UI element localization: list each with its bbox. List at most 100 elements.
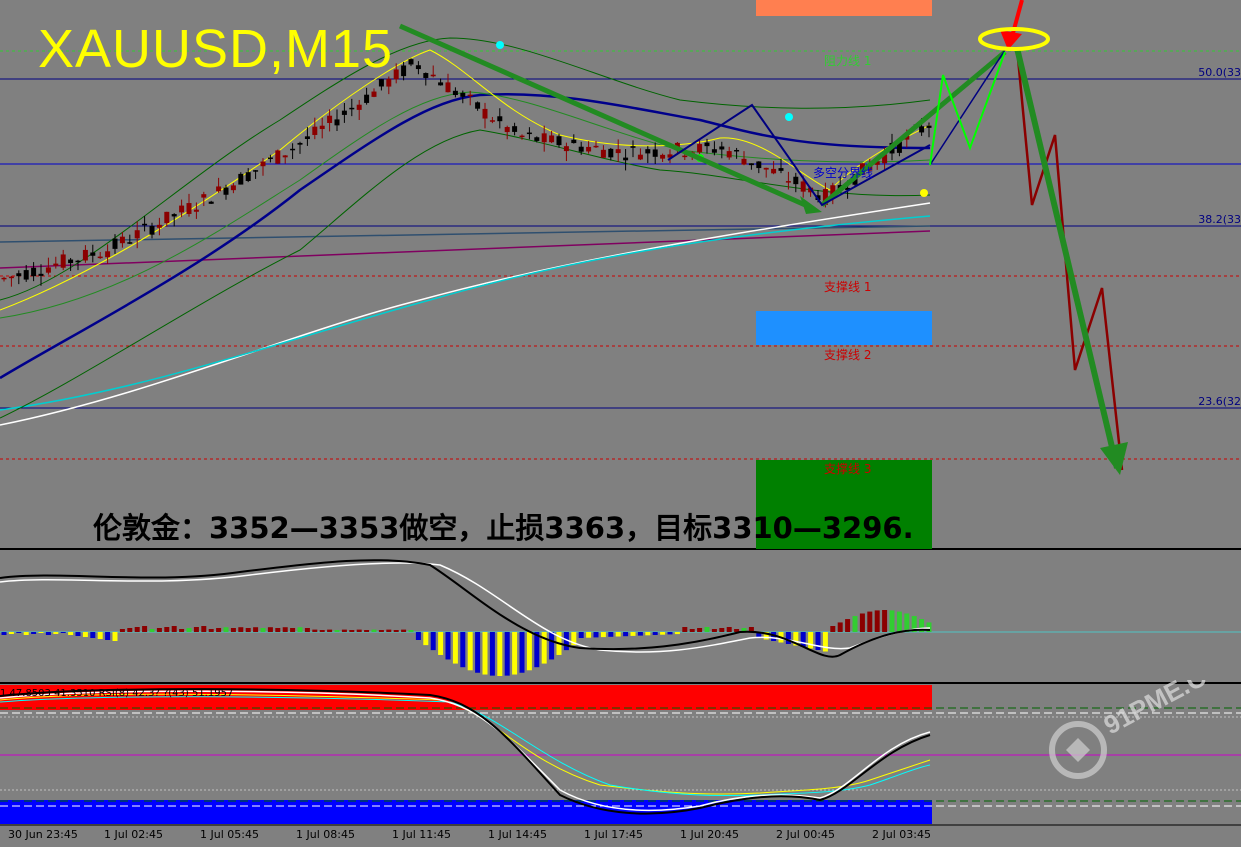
macd-bar: [193, 627, 199, 632]
candle-body: [82, 249, 88, 261]
macd-bar: [38, 632, 44, 633]
candle-body: [8, 276, 14, 279]
macd-bar: [689, 629, 695, 632]
candle-body: [704, 142, 710, 147]
candle-body: [600, 149, 606, 158]
x-tick-label: 1 Jul 11:45: [392, 828, 451, 841]
candle-body: [149, 226, 155, 235]
candle-body: [378, 79, 384, 87]
macd-bar: [75, 632, 81, 636]
candle-body: [460, 92, 466, 97]
candle-body: [734, 149, 740, 152]
macd-bar: [682, 627, 688, 632]
macd-bar: [904, 613, 910, 632]
macd-bar: [430, 632, 436, 651]
candle-body: [119, 236, 125, 244]
macd-bar: [105, 632, 111, 640]
macd-bar: [16, 632, 22, 633]
candle-body: [467, 94, 473, 97]
candle-body: [327, 115, 333, 123]
macd-bar: [593, 632, 599, 638]
macd-bar: [319, 630, 325, 632]
signal-dot-yellow: [920, 189, 928, 197]
macd-bar: [423, 632, 429, 646]
macd-bar: [652, 632, 658, 635]
candle-body: [615, 149, 621, 154]
candle-body: [401, 65, 407, 77]
candle-body: [793, 176, 799, 185]
macd-bar: [578, 632, 584, 638]
macd-bar: [349, 630, 355, 632]
macd-bar: [134, 627, 140, 632]
macd-bar: [253, 627, 259, 632]
macd-bar: [327, 629, 333, 632]
macd-bar: [8, 632, 14, 634]
candle-body: [112, 238, 118, 249]
candle-body: [430, 74, 436, 77]
candle-body: [630, 146, 636, 148]
macd-bar: [623, 632, 629, 637]
macd-bar: [97, 632, 103, 639]
x-tick-label: 1 Jul 02:45: [104, 828, 163, 841]
candle-body: [541, 133, 547, 143]
candle-body: [719, 146, 725, 150]
macd-bar: [697, 628, 703, 632]
candle-body: [171, 214, 177, 217]
candle-body: [660, 154, 666, 159]
macd-bar: [586, 632, 592, 638]
macd-bar: [112, 632, 118, 641]
macd-bar: [475, 632, 481, 673]
macd-bar: [800, 632, 806, 647]
candle-body: [771, 168, 777, 174]
x-tick-label: 1 Jul 05:45: [200, 828, 259, 841]
candle-body: [208, 201, 214, 204]
candle-body: [741, 158, 747, 165]
candle-body: [68, 259, 74, 264]
macd-bar: [127, 628, 133, 632]
macd-bar: [53, 632, 59, 634]
x-tick-label: 1 Jul 20:45: [680, 828, 739, 841]
macd-bar: [23, 632, 29, 635]
forecast-arrow-green-down: [398, 23, 814, 211]
support-label-1: 支撑线 1: [824, 280, 872, 294]
rsi-line-cyan: [0, 696, 931, 797]
macd-bar: [867, 611, 873, 632]
rsi-oversold-zone: [0, 800, 932, 824]
macd-bar: [526, 632, 532, 671]
candle-body: [127, 242, 133, 244]
candle-body: [16, 273, 22, 277]
x-tick-label: 1 Jul 08:45: [296, 828, 355, 841]
macd-bar: [504, 632, 510, 676]
candle-body: [193, 209, 199, 212]
macd-bar: [600, 632, 606, 638]
candle-body: [356, 104, 362, 110]
macd-bar: [896, 611, 902, 632]
candle-body: [201, 194, 207, 198]
candle-body: [608, 148, 614, 158]
macd-bar: [815, 632, 821, 650]
macd-bar: [68, 632, 74, 635]
macd-bar: [82, 632, 88, 637]
candle-body: [45, 267, 51, 273]
candle-body: [452, 90, 458, 96]
macd-bar: [497, 632, 503, 676]
macd-bar: [245, 628, 251, 632]
resistance-label: 阻力线 1: [824, 54, 872, 68]
candle-body: [563, 146, 569, 152]
macd-bar: [223, 627, 229, 632]
candle-body: [142, 223, 148, 226]
candle-body: [556, 136, 562, 146]
candle-body: [415, 65, 421, 70]
macd-bar: [90, 632, 96, 638]
candle-body: [512, 126, 518, 132]
macd-bar: [142, 626, 148, 632]
fibo-236-label: 23.6(32: [1198, 395, 1241, 408]
candle-body: [423, 73, 429, 78]
macd-bar: [393, 630, 399, 632]
signal-dot-cyan: [785, 113, 793, 121]
candle-body: [408, 59, 414, 65]
candle-body: [475, 102, 481, 109]
candle-body: [38, 273, 44, 276]
candle-body: [748, 163, 754, 166]
candle-body: [593, 145, 599, 148]
